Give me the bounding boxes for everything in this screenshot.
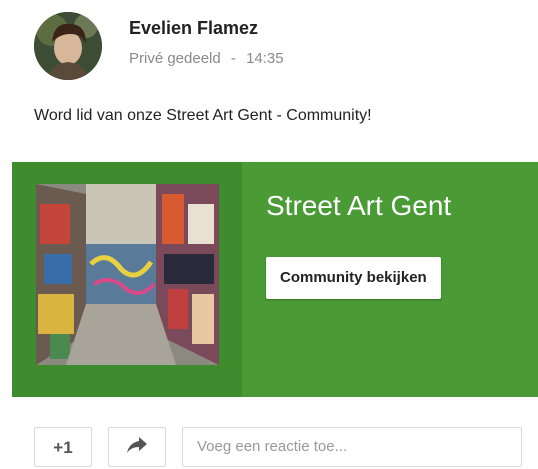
share-button[interactable]	[108, 427, 166, 467]
community-title[interactable]: Street Art Gent	[266, 190, 451, 222]
post-text: Word lid van onze Street Art Gent - Comm…	[34, 107, 372, 124]
comment-input[interactable]: Voeg een reactie toe...	[182, 427, 522, 467]
post-timestamp[interactable]: 14:35	[246, 50, 284, 67]
avatar[interactable]	[34, 12, 102, 80]
view-community-button[interactable]: Community bekijken	[266, 257, 441, 299]
plus-one-button[interactable]: +1	[34, 427, 92, 467]
share-icon	[127, 436, 147, 458]
community-thumbnail-panel	[12, 162, 242, 397]
community-image[interactable]	[36, 184, 219, 365]
post-meta: Privé gedeeld - 14:35	[129, 50, 284, 67]
author-name[interactable]: Evelien Flamez	[129, 18, 258, 39]
visibility-label[interactable]: Privé gedeeld	[129, 50, 221, 67]
action-bar: +1 Voeg een reactie toe...	[34, 427, 524, 467]
post-header: Evelien Flamez Privé gedeeld - 14:35	[34, 12, 514, 80]
meta-separator: -	[230, 50, 236, 67]
community-card[interactable]: Street Art Gent Community bekijken	[12, 162, 538, 397]
